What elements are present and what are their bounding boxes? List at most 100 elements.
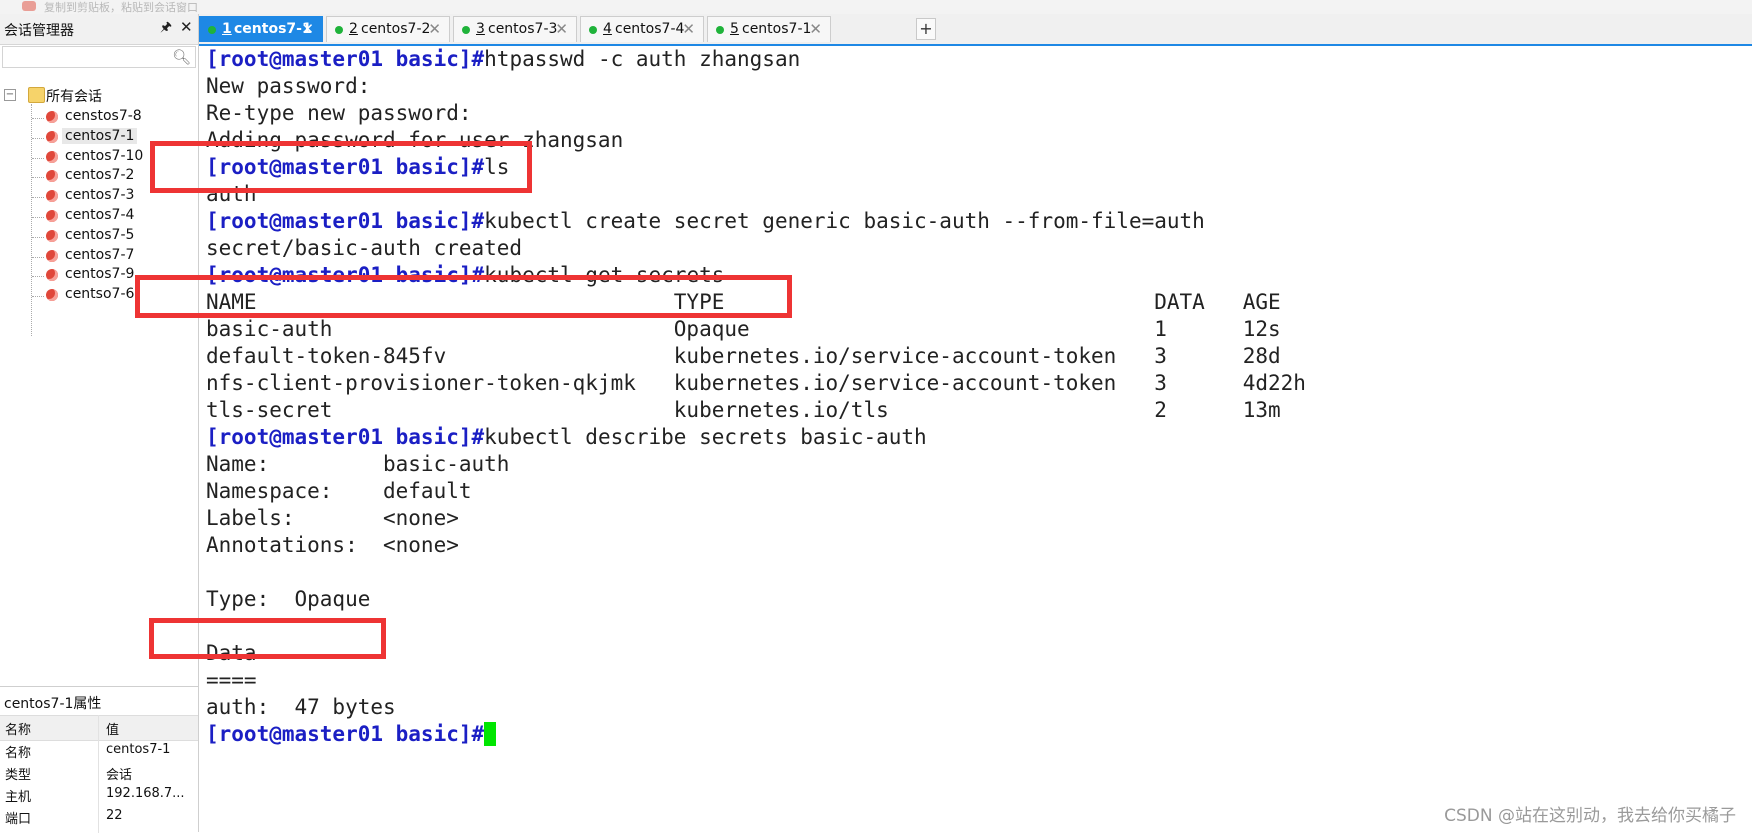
properties-column-divider bbox=[98, 715, 99, 833]
property-row: 名称 centos7-1 bbox=[0, 739, 198, 763]
property-value: centos7-1 bbox=[106, 742, 171, 757]
close-icon[interactable]: ✕ bbox=[180, 18, 193, 36]
session-swirl-icon bbox=[46, 210, 58, 222]
tab-centos7-4-4[interactable]: 4 centos7-4 ✕ bbox=[580, 16, 704, 42]
highlight-box-data-size bbox=[149, 618, 386, 659]
tab-centos7-2-2[interactable]: 2 centos7-2 ✕ bbox=[326, 16, 450, 42]
terminal-line: Re-type new password: bbox=[206, 100, 472, 127]
tab-label: centos7-1 bbox=[742, 21, 812, 37]
tab-label: centos7-1 bbox=[234, 21, 312, 37]
terminal-line: [root@master01 basic]# bbox=[206, 721, 497, 748]
session-label: centos7-5 bbox=[65, 226, 135, 243]
line-text: basic-auth Opaque 1 12s bbox=[206, 317, 1281, 341]
tab-centos7-3-3[interactable]: 3 centos7-3 ✕ bbox=[453, 16, 577, 42]
tab-centos7-1-5[interactable]: 5 centos7-1 ✕ bbox=[707, 16, 831, 42]
tree-connector bbox=[32, 236, 44, 238]
session-swirl-icon bbox=[46, 150, 58, 163]
session-swirl-icon bbox=[46, 170, 58, 183]
session-manager-header: 会话管理器 🖈 ✕ bbox=[0, 14, 198, 45]
top-hint: 复制到剪贴板，粘贴到会话窗口 bbox=[44, 1, 198, 14]
terminal-line: ==== bbox=[206, 667, 257, 694]
terminal-line: Annotations: <none> bbox=[206, 532, 459, 559]
line-text: Name: basic-auth bbox=[206, 452, 510, 476]
tab-number: 5 bbox=[730, 21, 739, 37]
property-key: 类型 bbox=[5, 768, 32, 783]
line-text: New password: bbox=[206, 74, 371, 98]
highlight-box-secret-row bbox=[135, 275, 792, 318]
terminal-line: tls-secret kubernetes.io/tls 2 13m bbox=[206, 397, 1281, 424]
session-label: centos7-3 bbox=[65, 187, 135, 204]
connected-dot-icon bbox=[716, 26, 724, 34]
properties-title: centos7-1属性 bbox=[4, 696, 102, 712]
property-value: 192.168.7... bbox=[106, 786, 185, 801]
session-swirl-icon bbox=[46, 229, 58, 242]
tab-close-icon[interactable]: ✕ bbox=[428, 20, 441, 38]
session-label: centos7-2 bbox=[65, 167, 135, 184]
session-item[interactable]: centos7-7 bbox=[32, 247, 192, 269]
tab-number: 3 bbox=[476, 21, 485, 37]
tab-close-icon[interactable]: ✕ bbox=[301, 20, 314, 38]
session-manager-title: 会话管理器 bbox=[4, 23, 74, 39]
terminal-line: basic-auth Opaque 1 12s bbox=[206, 316, 1281, 343]
line-text: kubectl create secret generic basic-auth… bbox=[484, 209, 1205, 233]
session-label: centos7-9 bbox=[65, 266, 135, 283]
tab-label: centos7-3 bbox=[488, 21, 558, 37]
collapse-toggle-icon[interactable]: − bbox=[4, 89, 16, 101]
session-tab-bar: 1 centos7-1 ✕ 2 centos7-2 ✕ 3 centos7-3 ✕ 4 centos… bbox=[199, 14, 1752, 46]
search-icon[interactable]: 🔍︎ bbox=[172, 48, 191, 66]
properties-header-row: 名称 值 bbox=[0, 715, 198, 741]
pin-icon[interactable]: 🖈 bbox=[160, 18, 172, 40]
terminal-line: Namespace: default bbox=[206, 478, 472, 505]
tab-label: centos7-2 bbox=[361, 21, 431, 37]
tab-close-icon[interactable]: ✕ bbox=[682, 20, 695, 38]
tree-connector bbox=[32, 256, 44, 258]
session-manager-panel: 会话管理器 🖈 ✕ 🔍︎ − 所有会话 censtos7-8 centos7-1 c… bbox=[0, 14, 199, 833]
property-key: 名称 bbox=[5, 746, 32, 761]
line-text: Annotations: <none> bbox=[206, 533, 459, 557]
terminal-line: auth: 47 bytes bbox=[206, 694, 396, 721]
folder-icon bbox=[28, 87, 45, 103]
session-swirl-icon bbox=[46, 130, 58, 143]
terminal-line: [root@master01 basic]#kubectl describe s… bbox=[206, 424, 927, 451]
add-tab-button[interactable]: + bbox=[916, 18, 936, 40]
session-label: centos7-1 bbox=[62, 127, 138, 144]
terminal-line: secret/basic-auth created bbox=[206, 235, 522, 262]
line-text: Re-type new password: bbox=[206, 101, 472, 125]
session-item[interactable]: centos7-4 bbox=[32, 207, 192, 229]
shell-prompt: [root@master01 basic]# bbox=[206, 47, 485, 71]
terminal-line: New password: bbox=[206, 73, 370, 100]
tree-root-label: 所有会话 bbox=[46, 89, 102, 105]
window-top-strip: 复制到剪贴板，粘贴到会话窗口 bbox=[0, 0, 1752, 15]
session-swirl-icon bbox=[46, 289, 58, 302]
terminal-line: Labels: <none> bbox=[206, 505, 459, 532]
tab-number: 4 bbox=[603, 21, 612, 37]
property-row: 端口 22 bbox=[0, 805, 198, 829]
terminal-line: default-token-845fv kubernetes.io/servic… bbox=[206, 343, 1281, 370]
session-item[interactable]: censtos7-8 bbox=[32, 108, 192, 130]
line-text: Type: Opaque bbox=[206, 587, 371, 611]
tab-close-icon[interactable]: ✕ bbox=[555, 20, 568, 38]
session-label: censtos7-8 bbox=[65, 108, 142, 124]
tab-number: 2 bbox=[349, 21, 358, 37]
line-text: Namespace: default bbox=[206, 479, 472, 503]
tree-connector bbox=[32, 118, 44, 119]
connected-dot-icon bbox=[462, 26, 470, 34]
line-text: auth: 47 bytes bbox=[206, 695, 396, 719]
session-item[interactable]: centos7-5 bbox=[32, 227, 192, 249]
shell-prompt: [root@master01 basic]# bbox=[206, 722, 485, 746]
properties-panel: centos7-1属性 名称 值 名称 centos7-1 类型 会话 主机 192.16… bbox=[0, 686, 198, 833]
tree-connector bbox=[32, 276, 44, 278]
tab-centos7-1-1[interactable]: 1 centos7-1 ✕ bbox=[199, 16, 323, 42]
tree-connector bbox=[32, 157, 44, 159]
line-text: ==== bbox=[206, 668, 257, 692]
session-search-input[interactable]: 🔍︎ bbox=[2, 46, 196, 68]
highlight-box-ls bbox=[150, 141, 532, 193]
property-value: 会话 bbox=[106, 768, 133, 783]
tree-connector bbox=[32, 137, 44, 139]
terminal-area[interactable]: [root@master01 basic]#htpasswd -c auth z… bbox=[135, 46, 1752, 832]
terminal-cursor bbox=[484, 722, 497, 746]
property-key: 端口 bbox=[5, 812, 32, 827]
session-swirl-icon bbox=[46, 249, 58, 262]
tree-connector bbox=[32, 177, 44, 179]
tab-close-icon[interactable]: ✕ bbox=[809, 20, 822, 38]
